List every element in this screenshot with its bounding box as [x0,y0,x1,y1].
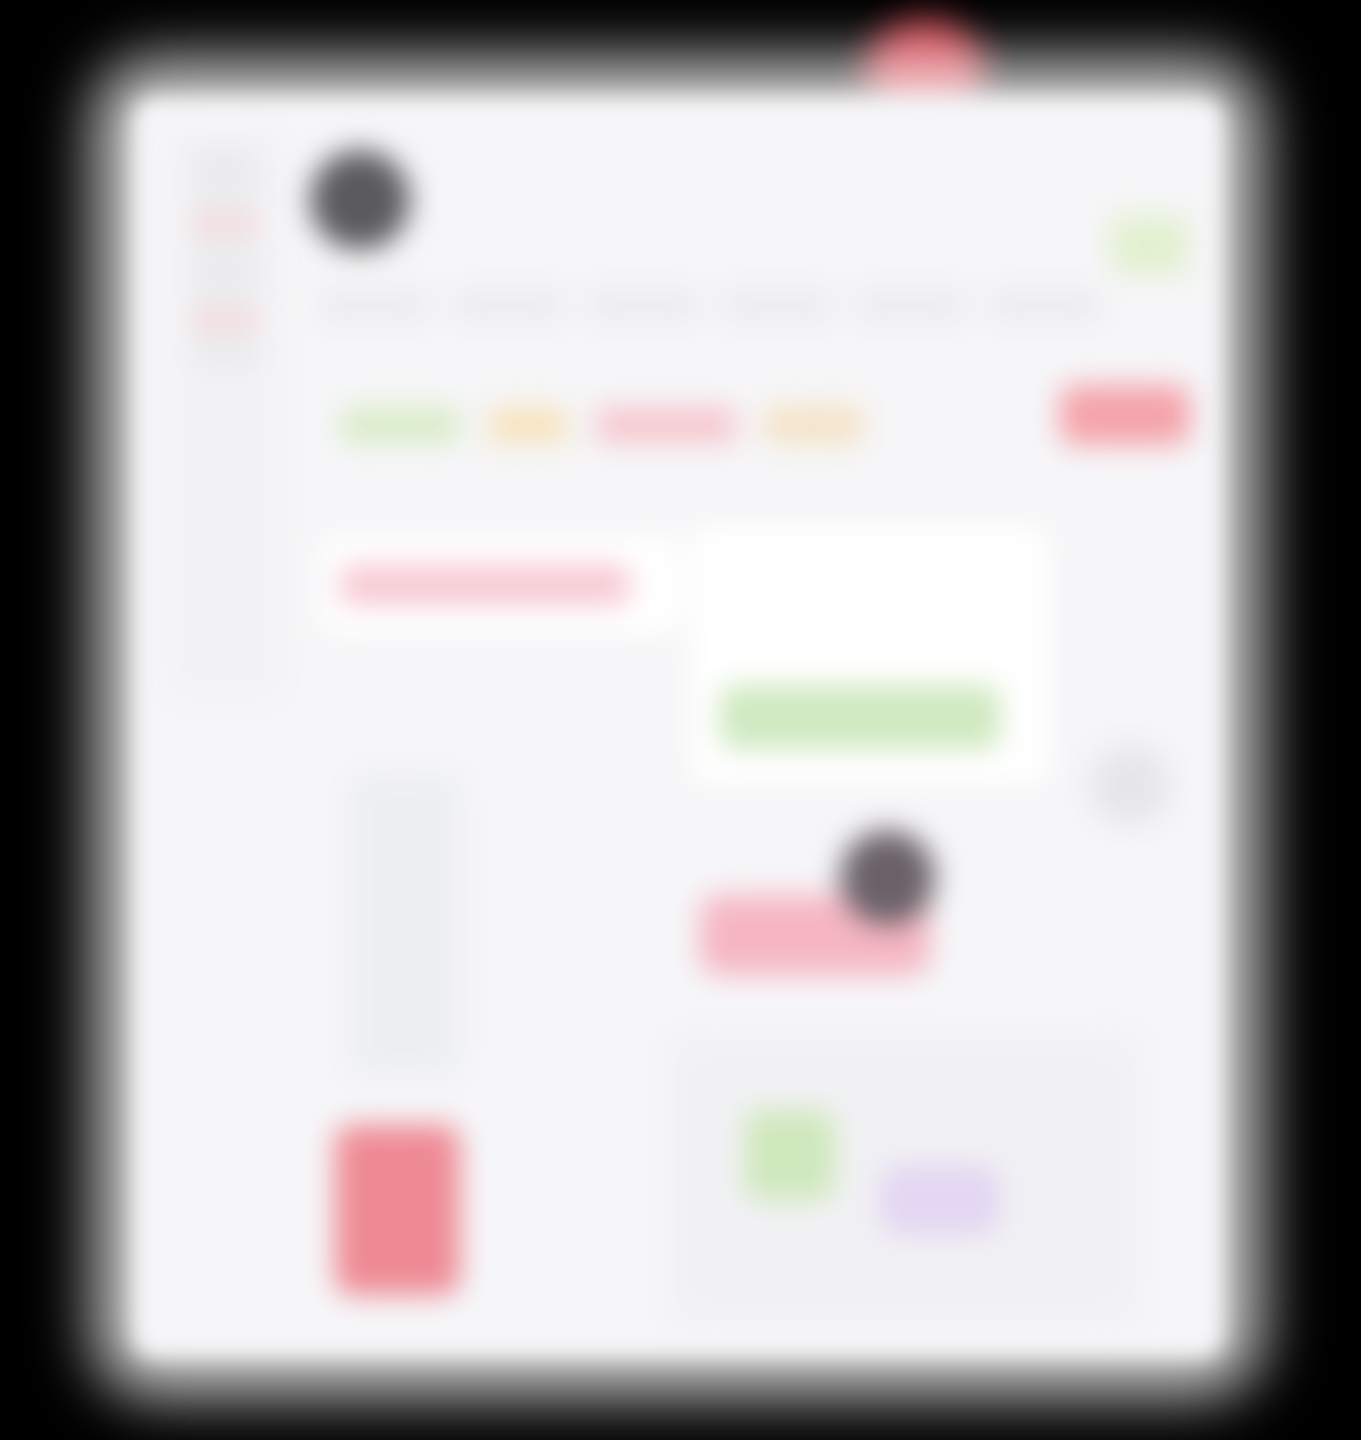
list-panel [350,775,460,1075]
highlight-strip [340,565,630,605]
sidebar-item[interactable] [190,249,260,263]
device-frame [0,0,1361,1440]
sidebar-item[interactable] [190,281,260,295]
tag-green[interactable] [340,407,460,443]
tab[interactable] [588,291,698,319]
tag-red[interactable] [596,407,736,443]
avatar[interactable] [310,150,410,250]
tab[interactable] [722,291,832,319]
sidebar [170,135,280,695]
tab[interactable] [990,291,1100,319]
alert-badge[interactable] [1060,385,1190,445]
tab[interactable] [856,291,966,319]
summary-card [690,525,1050,785]
sidebar-item[interactable] [190,185,260,199]
green-tile[interactable] [745,1110,835,1200]
purple-tile[interactable] [880,1165,1000,1235]
primary-action-button[interactable] [720,685,1000,749]
status-badge [1110,215,1190,275]
sidebar-item-active[interactable] [190,217,260,231]
screen-content [130,95,1226,1360]
red-tile[interactable] [335,1125,460,1295]
tag-row [340,395,960,455]
tag-orange[interactable] [764,407,864,443]
secondary-icon[interactable] [1090,745,1170,825]
sidebar-item[interactable] [190,153,260,167]
tag-yellow[interactable] [488,407,568,443]
tab[interactable] [320,291,430,319]
tab[interactable] [454,291,564,319]
sidebar-item[interactable] [190,313,260,327]
info-card [320,535,680,635]
tab-bar [320,275,1170,335]
sidebar-item[interactable] [190,345,260,359]
profile-icon[interactable] [840,830,935,925]
